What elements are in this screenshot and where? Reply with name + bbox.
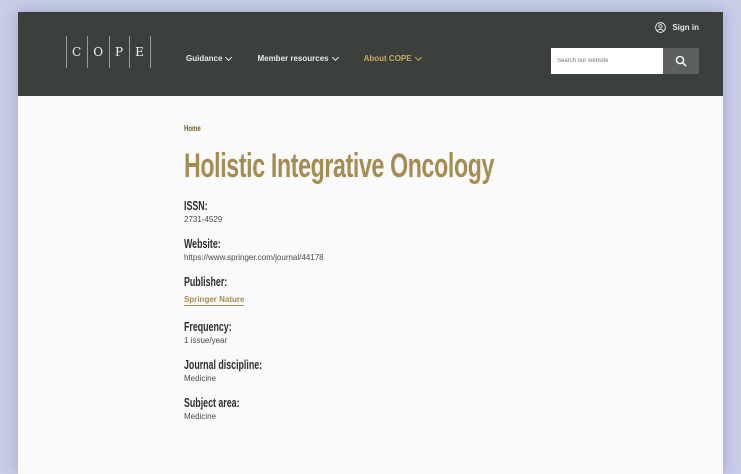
user-circle-icon <box>655 22 667 33</box>
field-value: Medicine <box>184 374 217 383</box>
nav-member-resources[interactable]: Member resources <box>257 53 339 63</box>
nav-about-cope[interactable]: About COPE <box>363 53 422 63</box>
browser-page: C O P E Guidance Member resources About … <box>18 12 723 474</box>
nav-guidance[interactable]: Guidance <box>186 53 233 63</box>
logo-letter: C <box>67 36 89 68</box>
field-value: Medicine <box>184 412 217 421</box>
field-label: Subject area: <box>184 395 240 410</box>
field-publisher: Publisher: Springer Nature <box>184 274 640 307</box>
page-title: Holistic Integrative Oncology <box>184 147 495 185</box>
field-subject-area: Subject area: Medicine <box>184 395 640 421</box>
field-value: 1 issue/year <box>184 336 228 345</box>
field-website: Website: https://www.springer.com/journa… <box>184 236 640 262</box>
logo-letter: P <box>110 36 131 68</box>
sign-in-label: Sign in <box>672 23 699 32</box>
nav-label: Guidance <box>186 54 223 63</box>
cope-logo[interactable]: C O P E <box>66 36 151 68</box>
search-box <box>551 48 699 74</box>
nav-label: About COPE <box>363 54 412 63</box>
search-icon <box>675 55 687 67</box>
field-label: Frequency: <box>184 319 232 334</box>
main-content: Home Holistic Integrative Oncology ISSN:… <box>184 124 640 421</box>
chevron-down-icon <box>225 53 233 61</box>
field-label: Journal discipline: <box>184 357 263 372</box>
field-discipline: Journal discipline: Medicine <box>184 357 640 383</box>
chevron-down-icon <box>414 53 422 61</box>
logo-letter: E <box>130 36 151 68</box>
search-input[interactable] <box>551 48 663 74</box>
main-nav: Guidance Member resources About COPE <box>186 53 447 63</box>
nav-label: Member resources <box>257 54 329 63</box>
chevron-down-icon <box>331 53 339 61</box>
field-label: Website: <box>184 236 221 251</box>
sign-in-link[interactable]: Sign in <box>655 22 699 33</box>
field-issn: ISSN: 2731-4529 <box>184 198 640 224</box>
publisher-link[interactable]: Springer Nature <box>184 295 245 306</box>
search-button[interactable] <box>663 48 699 74</box>
field-label: Publisher: <box>184 274 228 289</box>
breadcrumb-home[interactable]: Home <box>184 124 526 133</box>
site-header: C O P E Guidance Member resources About … <box>18 12 723 96</box>
field-label: ISSN: <box>184 198 208 213</box>
logo-letter: O <box>88 36 111 68</box>
field-value: 2731-4529 <box>184 215 223 224</box>
website-url: https://www.springer.com/journal/44178 <box>184 253 324 262</box>
field-frequency: Frequency: 1 issue/year <box>184 319 640 345</box>
